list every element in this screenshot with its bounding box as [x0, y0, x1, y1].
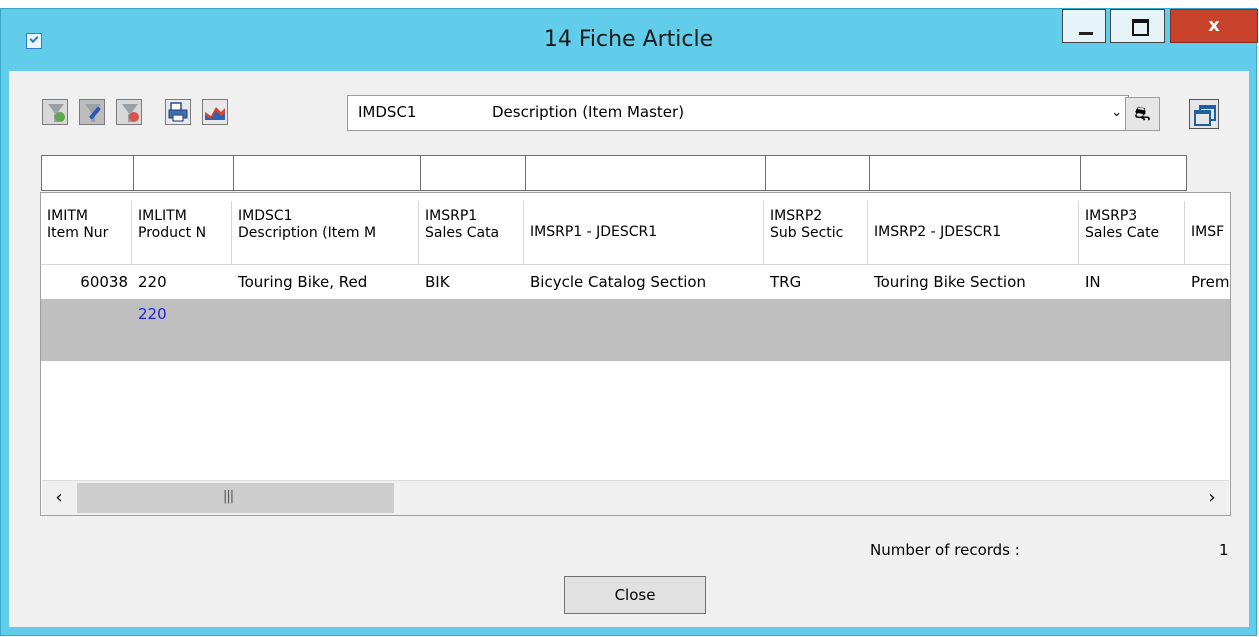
- window: 14 Fiche Article x IMDSC1 Description (I…: [0, 8, 1258, 636]
- grip-icon: |||: [223, 489, 234, 504]
- filter-input[interactable]: [133, 155, 234, 191]
- cell-item-number: 60038: [80, 273, 128, 291]
- filter-input[interactable]: [420, 155, 526, 191]
- chevron-down-icon[interactable]: ⌄: [1111, 105, 1122, 120]
- filter-input[interactable]: [233, 155, 421, 191]
- plus-badge-icon: [55, 112, 65, 122]
- cell-sales-catalog: BIK: [425, 273, 450, 291]
- column-select[interactable]: IMDSC1 Description (Item Master) ⌄: [347, 95, 1129, 131]
- print-button[interactable]: [165, 99, 191, 125]
- close-button[interactable]: Close: [564, 576, 706, 614]
- minimize-button[interactable]: [1062, 9, 1106, 43]
- print-icon: [168, 102, 188, 122]
- chart-icon: [205, 107, 225, 120]
- column-select-description: Description (Item Master): [492, 103, 685, 121]
- restore-icon-back: [1194, 110, 1211, 126]
- column-header[interactable]: IMSRP3 Sales Cate: [1079, 201, 1185, 265]
- records-count: 1: [1219, 541, 1229, 559]
- filter-input[interactable]: [765, 155, 870, 191]
- cell-item-number: [41, 299, 132, 333]
- table-row[interactable]: 60038 220 Touring Bike, Red BIK Bicycle …: [41, 265, 1230, 299]
- filter-input[interactable]: [1080, 155, 1187, 191]
- client-area: IMDSC1 Description (Item Master) ⌄ ⛐ IMI…: [9, 71, 1249, 627]
- column-header[interactable]: IMDSC1 Description (Item M: [232, 201, 419, 265]
- column-header[interactable]: IMLITM Product N: [132, 201, 232, 265]
- add-filter-button[interactable]: [42, 99, 68, 125]
- horizontal-scrollbar[interactable]: ‹ ||| ›: [42, 480, 1229, 515]
- scrollbar-thumb[interactable]: |||: [77, 483, 394, 513]
- cell-sales-category: IN: [1085, 273, 1101, 291]
- minimize-icon: [1079, 32, 1093, 35]
- cell-sales-catalog-desc: Bicycle Catalog Section: [530, 273, 707, 291]
- grid-header: IMITM Item Nur IMLITM Product N IMDSC1 Desc…: [41, 201, 1230, 265]
- cell-description: Touring Bike, Red: [238, 273, 368, 291]
- restore-window-button[interactable]: [1189, 99, 1219, 129]
- table-row-selected[interactable]: 220: [41, 299, 1230, 361]
- cell-sub-section-desc: Touring Bike Section: [874, 273, 1026, 291]
- filter-input[interactable]: [869, 155, 1081, 191]
- column-select-code: IMDSC1: [358, 103, 417, 121]
- column-header[interactable]: IMSF: [1185, 201, 1230, 265]
- column-header[interactable]: IMSRP1 Sales Cata: [419, 201, 524, 265]
- window-close-button[interactable]: x: [1170, 9, 1258, 43]
- records-label: Number of records :: [870, 541, 1020, 559]
- column-header[interactable]: IMSRP1 - JDESCR1: [524, 201, 764, 265]
- column-header[interactable]: IMSRP2 Sub Sectic: [764, 201, 868, 265]
- title-bar[interactable]: 14 Fiche Article x: [1, 9, 1258, 71]
- remove-badge-icon: [129, 112, 139, 122]
- data-grid[interactable]: IMITM Item Nur IMLITM Product N IMDSC1 Desc…: [40, 192, 1231, 516]
- close-icon: x: [1208, 15, 1220, 36]
- scroll-right-icon[interactable]: ›: [1195, 481, 1229, 515]
- edit-filter-button[interactable]: [79, 99, 105, 125]
- remove-filter-button[interactable]: [116, 99, 142, 125]
- maximize-icon: [1132, 19, 1149, 36]
- scroll-left-icon[interactable]: ‹: [42, 481, 76, 515]
- chart-button[interactable]: [202, 99, 228, 125]
- cell-sub-section: TRG: [770, 273, 802, 291]
- search-button[interactable]: ⛐: [1125, 97, 1160, 131]
- filter-input[interactable]: [525, 155, 766, 191]
- maximize-button[interactable]: [1110, 9, 1165, 43]
- filter-row: [41, 155, 1188, 191]
- cell-next: Prem: [1191, 273, 1230, 291]
- cell-product-number: 220: [138, 273, 167, 291]
- binoculars-icon: ⛐: [1134, 103, 1151, 125]
- column-header[interactable]: IMITM Item Nur: [41, 201, 132, 265]
- cell-product-number[interactable]: 220: [132, 299, 232, 333]
- column-header[interactable]: IMSRP2 - JDESCR1: [868, 201, 1079, 265]
- filter-input[interactable]: [41, 155, 134, 191]
